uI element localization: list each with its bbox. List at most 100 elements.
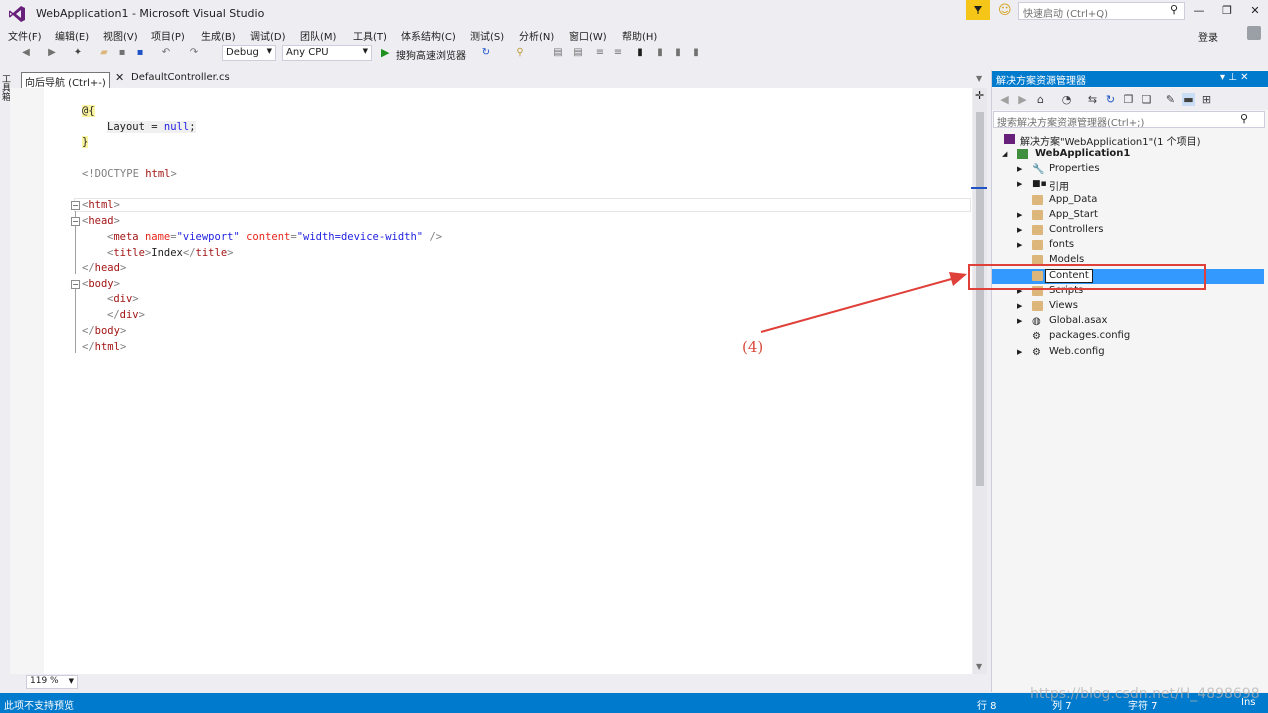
home-icon[interactable]: ⌂ <box>1034 93 1047 106</box>
restore-button[interactable]: ❐ <box>1218 4 1236 18</box>
clear-bookmarks-icon[interactable]: ▮ <box>690 47 702 59</box>
menu-view[interactable]: 视图(V) <box>103 28 138 43</box>
collapse-icon[interactable]: − <box>71 217 80 226</box>
expand-arrow-icon[interactable]: ▶ <box>1017 241 1022 249</box>
step-over-icon[interactable]: ▤ <box>552 47 564 59</box>
code-token: Layout <box>107 121 145 133</box>
panel-menu-icon[interactable]: ▾ <box>1220 72 1225 83</box>
scrollbar-thumb[interactable] <box>976 112 984 486</box>
user-account-icon[interactable] <box>1247 26 1261 40</box>
menu-window[interactable]: 窗口(W) <box>569 28 607 43</box>
close-tab-icon[interactable]: ✕ <box>115 71 124 84</box>
split-window-icon[interactable]: ✛ <box>975 89 984 102</box>
tree-item-web-config[interactable]: ▶ ⚙ Web.config <box>992 345 1264 360</box>
toolbox-tab[interactable]: 工具箱 <box>2 76 11 103</box>
properties-icon[interactable]: ✎ <box>1164 93 1177 106</box>
forward-icon[interactable]: ▶ <box>1016 93 1029 106</box>
refresh-icon[interactable]: ↻ <box>1104 93 1117 106</box>
menu-help[interactable]: 帮助(H) <box>622 28 657 43</box>
open-file-icon[interactable]: ▰ <box>98 47 110 59</box>
quick-launch-input[interactable]: 快速启动 (Ctrl+Q) <box>1018 2 1185 20</box>
tab-list-dropdown-icon[interactable]: ▼ <box>976 74 982 83</box>
comment-icon[interactable]: ≡ <box>594 47 606 59</box>
search-icon[interactable]: ⚲ <box>1240 112 1248 125</box>
search-icon[interactable]: ⚲ <box>1170 3 1178 16</box>
expand-arrow-icon[interactable]: ▶ <box>1017 226 1022 234</box>
menu-project[interactable]: 项目(P) <box>151 28 185 43</box>
menu-analyze[interactable]: 分析(N) <box>519 28 554 43</box>
expand-arrow-icon[interactable]: ▶ <box>1017 348 1022 356</box>
expand-arrow-icon[interactable]: ▶ <box>1017 165 1022 173</box>
expand-arrow-icon[interactable]: ▶ <box>1017 302 1022 310</box>
platform-select[interactable]: Any CPU ▼ <box>282 45 372 61</box>
solution-search-input[interactable]: 搜索解决方案资源管理器(Ctrl+;) <box>993 111 1265 129</box>
menu-test[interactable]: 测试(S) <box>470 28 504 43</box>
feedback-smiley-icon[interactable]: ☺ <box>998 3 1012 18</box>
class-view-icon[interactable]: ⊞ <box>1200 93 1213 106</box>
start-debugging-icon[interactable]: ▶ <box>381 46 389 59</box>
refresh-icon[interactable]: ↻ <box>480 47 492 59</box>
tree-item-packages-config[interactable]: ⚙ packages.config <box>992 329 1264 344</box>
step-into-icon[interactable]: ▤ <box>572 47 584 59</box>
tree-item-controllers[interactable]: ▶ Controllers <box>992 223 1264 238</box>
preview-selected-icon[interactable]: ▬ <box>1182 93 1195 106</box>
redo-icon[interactable]: ↷ <box>188 47 200 59</box>
next-bookmark-icon[interactable]: ▮ <box>672 47 684 59</box>
expand-arrow-icon[interactable]: ▶ <box>1017 180 1022 188</box>
collapse-icon[interactable]: − <box>71 201 80 210</box>
menu-team[interactable]: 团队(M) <box>300 28 336 43</box>
menu-build[interactable]: 生成(B) <box>201 28 236 43</box>
save-icon[interactable]: ▪ <box>116 47 128 59</box>
scroll-down-arrow-icon[interactable]: ▼ <box>976 662 982 671</box>
sync-icon[interactable]: ⇆ <box>1086 93 1099 106</box>
save-all-icon[interactable]: ▪ <box>134 47 146 59</box>
sign-in-link[interactable]: 登录 <box>1198 29 1218 44</box>
tree-item-views[interactable]: ▶ Views <box>992 299 1264 314</box>
back-icon[interactable]: ◀ <box>998 93 1011 106</box>
notifications-flag-icon[interactable] <box>966 0 990 20</box>
tree-item-properties[interactable]: ▶ 🔧 Properties <box>992 162 1264 177</box>
expand-arrow-icon[interactable]: ▶ <box>1017 211 1022 219</box>
collapse-icon[interactable]: − <box>71 280 80 289</box>
close-window-button[interactable]: ✕ <box>1246 4 1264 18</box>
tree-item-app-start[interactable]: ▶ App_Start <box>992 208 1264 223</box>
menu-debug[interactable]: 调试(D) <box>250 28 286 43</box>
bookmark-icon[interactable]: ▮ <box>634 47 646 59</box>
menu-file[interactable]: 文件(F) <box>8 28 42 43</box>
uncomment-icon[interactable]: ≡ <box>612 47 624 59</box>
tab-defaultcontroller[interactable]: DefaultController.cs <box>131 72 230 83</box>
menu-tools[interactable]: 工具(T) <box>353 28 387 43</box>
close-panel-icon[interactable]: ✕ <box>1240 72 1248 83</box>
find-icon[interactable]: ⚲ <box>514 47 526 59</box>
tree-label: fonts <box>1049 239 1075 250</box>
tree-item-fonts[interactable]: ▶ fonts <box>992 238 1264 253</box>
navigate-back-icon[interactable]: ◀ <box>20 47 32 59</box>
expanded-arrow-icon[interactable]: ◢ <box>1002 150 1007 158</box>
tree-project[interactable]: ◢ WebApplication1 <box>992 147 1264 162</box>
navigate-forward-icon[interactable]: ▶ <box>46 47 58 59</box>
new-project-icon[interactable]: ✦ <box>72 47 84 59</box>
pending-changes-icon[interactable]: ◔ <box>1060 93 1073 106</box>
minimize-button[interactable]: — <box>1190 4 1208 18</box>
code-token: content <box>239 231 291 243</box>
menu-architecture[interactable]: 体系结构(C) <box>401 28 456 43</box>
menu-edit[interactable]: 编辑(E) <box>55 28 89 43</box>
code-editor[interactable] <box>44 88 972 674</box>
undo-icon[interactable]: ↶ <box>160 47 172 59</box>
show-all-files-icon[interactable]: ❏ <box>1140 93 1153 106</box>
panel-window-controls[interactable]: ▾ ⊥ ✕ <box>1220 72 1249 83</box>
tree-solution[interactable]: 解决方案"WebApplication1"(1 个项目) <box>992 132 1264 148</box>
expand-arrow-icon[interactable]: ▶ <box>1017 317 1022 325</box>
start-browser-button[interactable]: 搜狗高速浏览器 <box>396 47 466 62</box>
prev-bookmark-icon[interactable]: ▮ <box>654 47 666 59</box>
code-token: </ <box>182 247 196 259</box>
configuration-select[interactable]: Debug ▼ <box>222 45 276 61</box>
collapse-all-icon[interactable]: ❐ <box>1122 93 1135 106</box>
tree-item-references[interactable]: ▶ ■▪ 引用 <box>992 177 1264 193</box>
zoom-select[interactable]: 119 % ▼ <box>26 675 78 689</box>
pin-icon[interactable]: ⊥ <box>1228 72 1237 83</box>
annotation-step-label: (4) <box>742 338 764 356</box>
tree-item-global-asax[interactable]: ▶ ◍ Global.asax <box>992 314 1264 329</box>
tree-item-app-data[interactable]: App_Data <box>992 193 1264 208</box>
zoom-value: 119 % <box>30 676 59 686</box>
